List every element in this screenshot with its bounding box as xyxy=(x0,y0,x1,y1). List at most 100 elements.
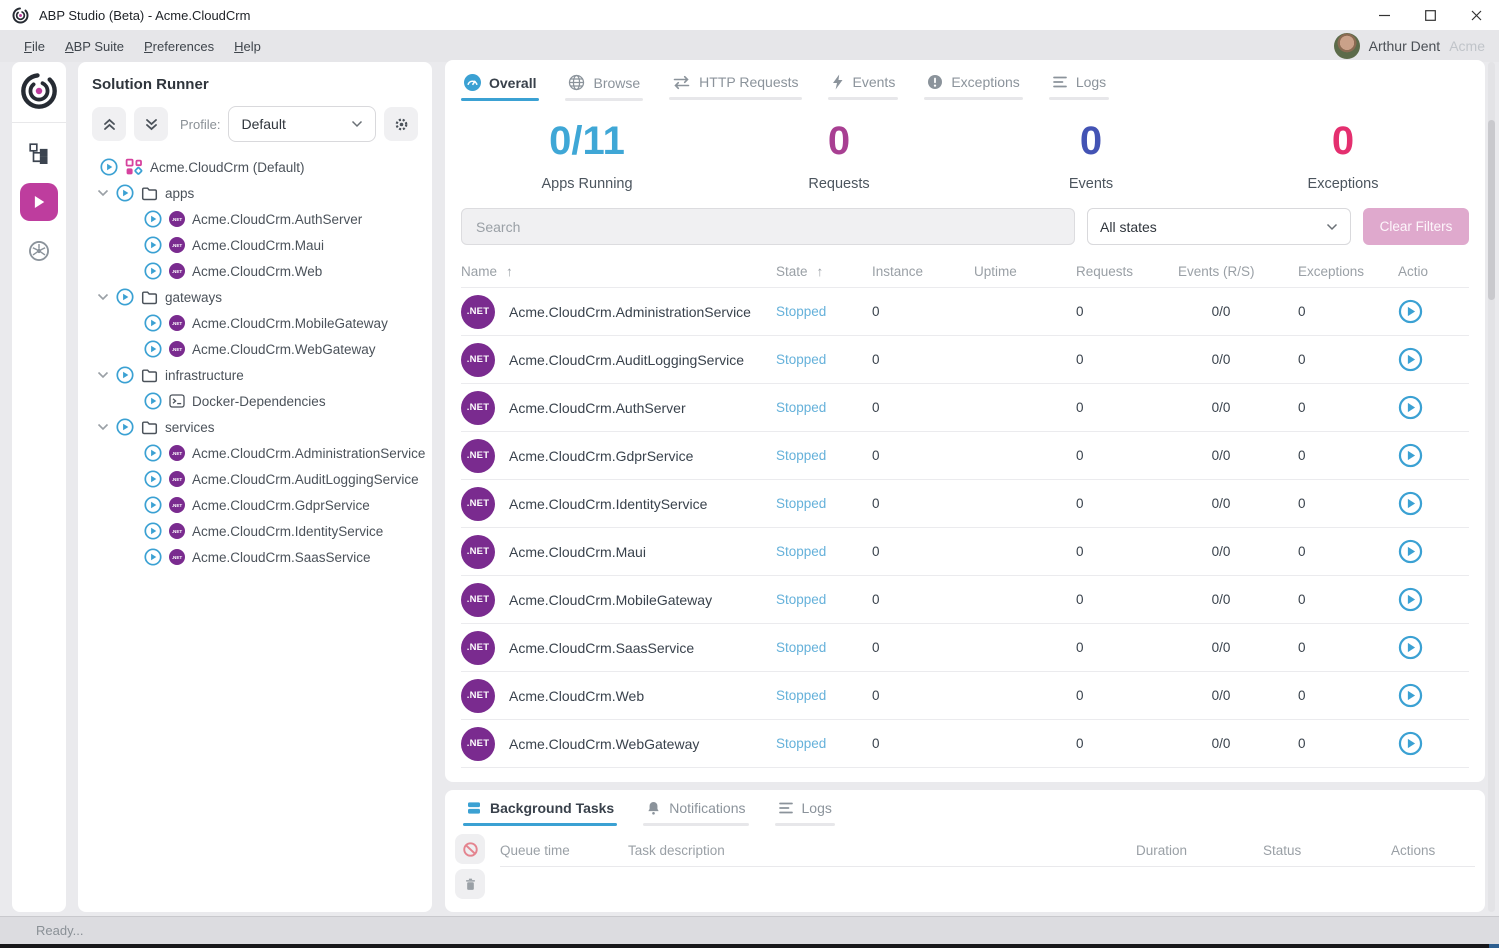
app-row-acme-cloudcrm-auditloggingservice[interactable]: .NETAcme.CloudCrm.AuditLoggingService St… xyxy=(461,335,1469,383)
app-row-acme-cloudcrm-gdprservice[interactable]: .NETAcme.CloudCrm.GdprService Stopped 0 … xyxy=(461,431,1469,479)
profile-settings-button[interactable] xyxy=(384,107,418,141)
app-row-acme-cloudcrm-webgateway[interactable]: .NETAcme.CloudCrm.WebGateway Stopped 0 0… xyxy=(461,719,1469,768)
column-header-exceptions[interactable]: Exceptions xyxy=(1298,264,1364,279)
run-icon[interactable] xyxy=(144,210,162,228)
kubernetes-icon[interactable] xyxy=(27,239,51,263)
avatar[interactable] xyxy=(1334,33,1360,59)
start-app-button[interactable] xyxy=(1398,491,1424,517)
folder-icon xyxy=(141,186,158,201)
tree-item-apps[interactable]: apps xyxy=(92,180,418,206)
profile-select[interactable]: Default xyxy=(228,106,376,142)
minimize-button[interactable] xyxy=(1361,0,1407,30)
tree-item-acme-cloudcrm-default[interactable]: Acme.CloudCrm (Default) xyxy=(92,154,418,180)
close-button[interactable] xyxy=(1453,0,1499,30)
main-tab-overall[interactable]: Overall xyxy=(461,64,539,101)
run-icon[interactable] xyxy=(116,288,134,306)
tree-item-acme-cloudcrm-mobilegateway[interactable]: .NETAcme.CloudCrm.MobileGateway xyxy=(92,310,418,336)
tree-item-acme-cloudcrm-gdprservice[interactable]: .NETAcme.CloudCrm.GdprService xyxy=(92,492,418,518)
tree-item-gateways[interactable]: gateways xyxy=(92,284,418,310)
run-icon[interactable] xyxy=(144,548,162,566)
tree-item-acme-cloudcrm-administrationservice[interactable]: .NETAcme.CloudCrm.AdministrationService xyxy=(92,440,418,466)
chevron-down-icon[interactable] xyxy=(97,293,109,301)
run-icon[interactable] xyxy=(144,522,162,540)
run-icon[interactable] xyxy=(116,418,134,436)
app-row-acme-cloudcrm-authserver[interactable]: .NETAcme.CloudCrm.AuthServer Stopped 0 0… xyxy=(461,383,1469,431)
column-header-events-r-s[interactable]: Events (R/S) xyxy=(1178,264,1298,279)
start-app-button[interactable] xyxy=(1398,635,1424,661)
run-icon[interactable] xyxy=(144,444,162,462)
column-header-name[interactable]: Name↑ xyxy=(461,264,776,279)
tree-item-acme-cloudcrm-auditloggingservice[interactable]: .NETAcme.CloudCrm.AuditLoggingService xyxy=(92,466,418,492)
menu-item-abp-suite[interactable]: ABP Suite xyxy=(55,39,134,54)
search-input[interactable] xyxy=(461,208,1075,245)
menu-item-preferences[interactable]: Preferences xyxy=(134,39,224,54)
dotnet-icon: .NET xyxy=(461,439,495,473)
bottom-tab-background-tasks[interactable]: Background Tasks xyxy=(463,790,617,826)
tree-item-acme-cloudcrm-web[interactable]: .NETAcme.CloudCrm.Web xyxy=(92,258,418,284)
start-app-button[interactable] xyxy=(1398,299,1424,325)
main-tab-exceptions[interactable]: Exceptions xyxy=(924,64,1022,101)
run-icon[interactable] xyxy=(144,496,162,514)
state-filter-select[interactable]: All states xyxy=(1087,208,1351,245)
tree-item-acme-cloudcrm-authserver[interactable]: .NETAcme.CloudCrm.AuthServer xyxy=(92,206,418,232)
solution-explorer-icon[interactable] xyxy=(27,141,51,165)
run-icon[interactable] xyxy=(144,262,162,280)
solution-runner-icon[interactable] xyxy=(20,183,58,221)
run-icon[interactable] xyxy=(144,236,162,254)
run-icon[interactable] xyxy=(100,158,118,176)
bottom-tab-logs[interactable]: Logs xyxy=(775,790,835,826)
column-header-uptime[interactable]: Uptime xyxy=(974,264,1076,279)
tree-item-acme-cloudcrm-maui[interactable]: .NETAcme.CloudCrm.Maui xyxy=(92,232,418,258)
start-app-button[interactable] xyxy=(1398,587,1424,613)
menu-item-help[interactable]: Help xyxy=(224,39,271,54)
tree-item-docker-dependencies[interactable]: Docker-Dependencies xyxy=(92,388,418,414)
main-tab-http-requests[interactable]: HTTP Requests xyxy=(669,64,801,101)
start-app-button[interactable] xyxy=(1398,683,1424,709)
app-row-acme-cloudcrm-maui[interactable]: .NETAcme.CloudCrm.Maui Stopped 0 0 0/0 0 xyxy=(461,527,1469,575)
tree-item-acme-cloudcrm-saasservice[interactable]: .NETAcme.CloudCrm.SaasService xyxy=(92,544,418,570)
start-app-button[interactable] xyxy=(1398,395,1424,421)
main-tab-browse[interactable]: Browse xyxy=(565,64,643,101)
clear-filters-button[interactable]: Clear Filters xyxy=(1363,208,1469,245)
vertical-scrollbar[interactable] xyxy=(1488,62,1495,912)
tree-item-acme-cloudcrm-webgateway[interactable]: .NETAcme.CloudCrm.WebGateway xyxy=(92,336,418,362)
app-row-acme-cloudcrm-mobilegateway[interactable]: .NETAcme.CloudCrm.MobileGateway Stopped … xyxy=(461,575,1469,623)
app-row-acme-cloudcrm-saasservice[interactable]: .NETAcme.CloudCrm.SaasService Stopped 0 … xyxy=(461,623,1469,671)
column-header-state[interactable]: State↑ xyxy=(776,264,872,279)
tree-item-services[interactable]: services xyxy=(92,414,418,440)
bottom-tab-notifications[interactable]: Notifications xyxy=(643,790,748,826)
main-tab-events[interactable]: Events xyxy=(828,64,899,101)
run-icon[interactable] xyxy=(144,340,162,358)
start-app-button[interactable] xyxy=(1398,539,1424,565)
maximize-button[interactable] xyxy=(1407,0,1453,30)
column-header-actions[interactable]: Actions xyxy=(1398,264,1428,279)
chevron-down-icon[interactable] xyxy=(97,423,109,431)
expand-all-button[interactable] xyxy=(134,107,168,141)
column-header-requests[interactable]: Requests xyxy=(1076,264,1140,279)
run-icon[interactable] xyxy=(144,470,162,488)
menu-item-file[interactable]: File xyxy=(14,39,55,54)
chevron-down-icon[interactable] xyxy=(97,371,109,379)
start-app-button[interactable] xyxy=(1398,443,1424,469)
main-tab-logs[interactable]: Logs xyxy=(1049,64,1109,101)
lines-icon xyxy=(778,801,794,815)
app-row-acme-cloudcrm-administrationservice[interactable]: .NETAcme.CloudCrm.AdministrationService … xyxy=(461,287,1469,335)
app-row-acme-cloudcrm-web[interactable]: .NETAcme.CloudCrm.Web Stopped 0 0 0/0 0 xyxy=(461,671,1469,719)
clear-tasks-button[interactable] xyxy=(455,869,485,899)
start-app-button[interactable] xyxy=(1398,347,1424,373)
run-icon[interactable] xyxy=(144,392,162,410)
folder-icon xyxy=(141,290,158,305)
app-row-acme-cloudcrm-identityservice[interactable]: .NETAcme.CloudCrm.IdentityService Stoppe… xyxy=(461,479,1469,527)
scrollbar-thumb[interactable] xyxy=(1488,120,1495,300)
run-icon[interactable] xyxy=(144,314,162,332)
tree-item-acme-cloudcrm-identityservice[interactable]: .NETAcme.CloudCrm.IdentityService xyxy=(92,518,418,544)
chevron-down-icon[interactable] xyxy=(97,189,109,197)
run-icon[interactable] xyxy=(116,366,134,384)
run-icon[interactable] xyxy=(116,184,134,202)
user-area[interactable]: Arthur Dent Acme xyxy=(1334,33,1485,59)
start-app-button[interactable] xyxy=(1398,731,1424,757)
cancel-tasks-button[interactable] xyxy=(455,834,485,864)
column-header-instance[interactable]: Instance xyxy=(872,264,974,279)
tree-item-infrastructure[interactable]: infrastructure xyxy=(92,362,418,388)
collapse-all-button[interactable] xyxy=(92,107,126,141)
